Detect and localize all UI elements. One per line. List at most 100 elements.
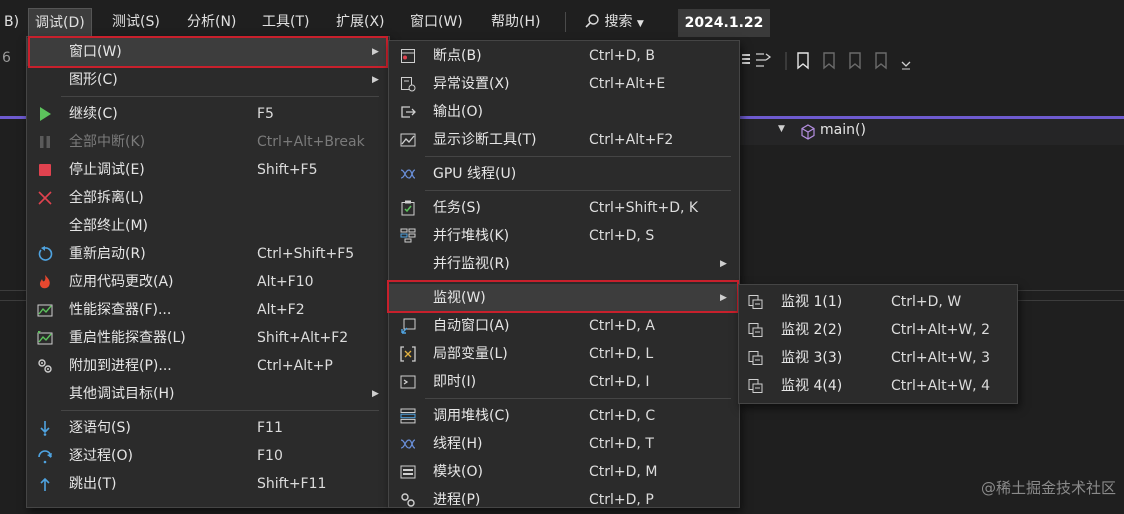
menu-item-label: 并行堆栈(K) xyxy=(433,228,510,244)
step-over-icon xyxy=(38,450,52,464)
menu-item-label: 跳出(T) xyxy=(69,476,117,492)
modules-icon xyxy=(400,465,416,479)
menu-item-label: 并行监视(R) xyxy=(433,256,510,272)
menu-item-shortcut: Ctrl+Alt+W, 3 xyxy=(891,350,990,366)
menu-item-output[interactable]: 输出(O) xyxy=(389,98,737,126)
menu-item-relaunch-profiler[interactable]: 重启性能探查器(L) Shift+Alt+F2 xyxy=(27,324,387,352)
attach-process-icon xyxy=(38,359,52,373)
menu-item-watch-2[interactable]: 监视 2(2) Ctrl+Alt+W, 2 xyxy=(739,316,1015,344)
menu-item-label: GPU 线程(U) xyxy=(433,166,517,182)
function-dropdown-label[interactable]: main() xyxy=(820,122,866,138)
menubar-divider xyxy=(565,12,566,32)
menu-item-shortcut: Ctrl+D, S xyxy=(589,228,655,244)
menu-item-shortcut: Ctrl+D, M xyxy=(589,464,658,480)
menu-item-label: 应用代码更改(A) xyxy=(69,274,174,290)
menu-item-locals[interactable]: 局部变量(L) Ctrl+D, L xyxy=(389,340,737,368)
menu-item-shortcut: Ctrl+D, I xyxy=(589,374,650,390)
menubar-item-test[interactable]: 测试(S) xyxy=(106,8,166,36)
menu-item-show-diagnostic-tools[interactable]: 显示诊断工具(T) Ctrl+Alt+F2 xyxy=(389,126,737,154)
menu-item-graphics[interactable]: 图形(C) ▶ xyxy=(27,66,387,94)
menu-item-break-all[interactable]: 全部中断(K) Ctrl+Alt+Break xyxy=(27,128,387,156)
menu-item-label: 输出(O) xyxy=(433,104,483,120)
menubar-item-tools[interactable]: 工具(T) xyxy=(256,8,315,36)
toolbar-right-icons xyxy=(742,50,1102,72)
menu-item-exception-settings[interactable]: 异常设置(X) Ctrl+Alt+E xyxy=(389,70,737,98)
menu-item-shortcut: Ctrl+Alt+P xyxy=(257,358,333,374)
menu-item-label: 图形(C) xyxy=(69,72,118,88)
menu-item-label: 监视 3(3) xyxy=(781,350,843,366)
toolbar-partial-number: 6 xyxy=(2,50,11,66)
bookmark-icons xyxy=(742,52,911,70)
menu-item-attach-to-process[interactable]: 附加到进程(P)... Ctrl+Alt+P xyxy=(27,352,387,380)
menu-item-step-out[interactable]: 跳出(T) Shift+F11 xyxy=(27,470,387,498)
tasks-icon xyxy=(401,200,415,216)
menubar-item-debug[interactable]: 调试(D) xyxy=(28,8,92,37)
menu-item-apply-code-changes[interactable]: 应用代码更改(A) Alt+F10 xyxy=(27,268,387,296)
menu-item-parallel-watch[interactable]: 并行监视(R) ▶ xyxy=(389,250,737,278)
menu-item-watch-1[interactable]: 监视 1(1) Ctrl+D, W xyxy=(739,288,1015,316)
menu-item-label: 即时(I) xyxy=(433,374,477,390)
menubar-item-analyze[interactable]: 分析(N) xyxy=(181,8,242,36)
menu-item-restart[interactable]: 重新启动(R) Ctrl+Shift+F5 xyxy=(27,240,387,268)
menu-item-shortcut: F10 xyxy=(257,448,283,464)
pause-icon xyxy=(40,136,50,148)
menubar-item-window[interactable]: 窗口(W) xyxy=(404,8,469,36)
menu-separator xyxy=(425,190,731,191)
menu-item-watch-3[interactable]: 监视 3(3) Ctrl+Alt+W, 3 xyxy=(739,344,1015,372)
menu-item-label: 线程(H) xyxy=(433,436,483,452)
menu-item-processes[interactable]: 进程(P) Ctrl+D, P xyxy=(389,486,737,514)
menu-item-label: 调用堆栈(C) xyxy=(433,408,510,424)
menu-item-label: 自动窗口(A) xyxy=(433,318,510,334)
play-icon xyxy=(40,107,51,121)
detach-icon xyxy=(38,191,52,205)
watch-icon xyxy=(748,323,763,337)
menu-item-autos[interactable]: 自动窗口(A) Ctrl+D, A xyxy=(389,312,737,340)
menu-item-label: 性能探查器(F)... xyxy=(69,302,172,318)
submenu-arrow-icon: ▶ xyxy=(372,389,379,399)
locals-icon xyxy=(400,346,416,362)
watch-submenu: 监视 1(1) Ctrl+D, W 监视 2(2) Ctrl+Alt+W, 2 … xyxy=(738,284,1018,404)
menubar-item-partial[interactable]: B) xyxy=(0,8,25,36)
output-icon xyxy=(401,106,416,118)
menu-item-step-over[interactable]: 逐过程(O) F10 xyxy=(27,442,387,470)
menu-item-other-debug-targets[interactable]: 其他调试目标(H) ▶ xyxy=(27,380,387,408)
menu-item-label: 全部拆离(L) xyxy=(69,190,144,206)
threads-icon xyxy=(400,439,416,449)
menu-item-threads[interactable]: 线程(H) Ctrl+D, T xyxy=(389,430,737,458)
menu-item-shortcut: Ctrl+D, B xyxy=(589,48,655,64)
debug-menu: 窗口(W) ▶ 图形(C) ▶ 继续(C) F5 全部中断(K) Ctrl+Al… xyxy=(26,36,390,508)
menubar-item-help[interactable]: 帮助(H) xyxy=(485,8,546,36)
menu-item-immediate[interactable]: 即时(I) Ctrl+D, I xyxy=(389,368,737,396)
menu-item-gpu-threads[interactable]: GPU 线程(U) xyxy=(389,160,737,188)
menu-item-shortcut: Ctrl+Alt+E xyxy=(589,76,666,92)
menu-item-parallel-stacks[interactable]: 并行堆栈(K) Ctrl+D, S xyxy=(389,222,737,250)
menu-item-label: 异常设置(X) xyxy=(433,76,510,92)
menu-item-continue[interactable]: 继续(C) F5 xyxy=(27,100,387,128)
watermark: @稀土掘金技术社区 xyxy=(980,479,1116,497)
chevron-down-icon[interactable]: ▼ xyxy=(778,124,785,134)
highlight-frame-watch-item xyxy=(387,280,739,313)
menubar-item-extensions[interactable]: 扩展(X) xyxy=(330,8,391,36)
menu-item-shortcut: Ctrl+D, W xyxy=(891,294,962,310)
menu-item-label: 监视 1(1) xyxy=(781,294,843,310)
menu-item-call-stack[interactable]: 调用堆栈(C) Ctrl+D, C xyxy=(389,402,737,430)
menu-item-label: 监视 2(2) xyxy=(781,322,843,338)
menu-item-label: 全部终止(M) xyxy=(69,218,149,234)
autos-icon xyxy=(401,318,416,334)
menu-item-detach-all[interactable]: 全部拆离(L) xyxy=(27,184,387,212)
menu-item-modules[interactable]: 模块(O) Ctrl+D, M xyxy=(389,458,737,486)
menu-item-label: 逐过程(O) xyxy=(69,448,133,464)
menu-item-breakpoints[interactable]: 断点(B) Ctrl+D, B xyxy=(389,42,737,70)
menu-item-terminate-all[interactable]: 全部终止(M) xyxy=(27,212,387,240)
menu-item-shortcut: Ctrl+D, T xyxy=(589,436,654,452)
menu-item-watch-4[interactable]: 监视 4(4) Ctrl+Alt+W, 4 xyxy=(739,372,1015,400)
menu-item-performance-profiler[interactable]: 性能探查器(F)... Alt+F2 xyxy=(27,296,387,324)
menu-separator xyxy=(425,398,731,399)
breakpoints-icon xyxy=(401,49,415,63)
menu-item-label: 重启性能探查器(L) xyxy=(69,330,186,346)
menu-item-tasks[interactable]: 任务(S) Ctrl+Shift+D, K xyxy=(389,194,737,222)
method-cube-icon xyxy=(801,124,815,140)
menu-item-stop-debugging[interactable]: 停止调试(E) Shift+F5 xyxy=(27,156,387,184)
menu-item-step-into[interactable]: 逐语句(S) F11 xyxy=(27,414,387,442)
search-button[interactable]: 搜索 ▼ xyxy=(578,8,650,36)
